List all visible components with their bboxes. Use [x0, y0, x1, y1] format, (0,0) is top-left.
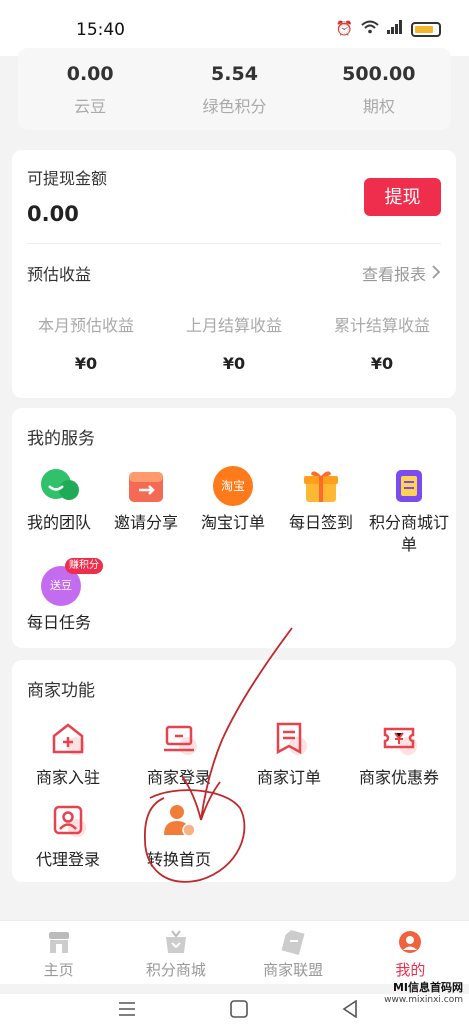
menu-icon[interactable] [118, 1001, 136, 1021]
tab-label: 我的 [395, 961, 426, 979]
stat-label: 绿色积分 [202, 97, 267, 116]
stat-value: 500.00 [342, 63, 416, 85]
wifi-icon [361, 20, 379, 38]
back-triangle-icon[interactable] [342, 999, 358, 1022]
wallet-card: 可提现金额 0.00 提现 预估收益 查看报表 本月预估收益 ¥0 上月结算收益… [12, 150, 456, 398]
service-taobao-orders[interactable]: 淘宝 淘宝订单 [188, 466, 278, 534]
service-label: 每日签到 [288, 513, 353, 532]
services-title: 我的服务 [27, 429, 95, 449]
daily-task-icon-text: 送豆 [50, 579, 72, 592]
service-label: 淘宝订单 [200, 513, 265, 532]
gift-share-icon [126, 466, 166, 506]
earning-last-month: 上月结算收益 ¥0 [160, 312, 308, 373]
taobao-icon: 淘宝 [213, 466, 253, 506]
withdrawable-amount: 0.00 [27, 202, 79, 226]
withdraw-button[interactable]: 提现 [364, 178, 441, 216]
user-switch-icon [161, 802, 197, 838]
battery-icon [411, 21, 441, 37]
earning-label: 本月预估收益 [37, 316, 134, 335]
service-invite-share[interactable]: 邀请分享 [101, 466, 191, 534]
service-label: 积分商城订单 [368, 513, 449, 554]
merchant-orders[interactable]: 商家订单 [234, 720, 344, 788]
watermark: MI信息首码网 www.mixinxi.com [384, 982, 463, 1006]
my-services-card: 我的服务 我的团队 邀请分享 淘宝 淘宝订单 每日签到 积分商城订单 送豆 赚积… [12, 408, 456, 648]
merchant-login[interactable]: 商家登录 [124, 720, 234, 788]
receipt-icon [271, 720, 307, 756]
agent-login[interactable]: 代理登录 [13, 802, 123, 870]
estimated-earnings-title: 预估收益 [27, 265, 92, 284]
mall-bag-icon [163, 929, 189, 955]
merchant-label: 代理登录 [35, 850, 100, 869]
earning-this-month: 本月预估收益 ¥0 [12, 312, 160, 373]
daily-task-icon: 送豆 赚积分 [41, 558, 103, 606]
earning-value: ¥0 [370, 354, 394, 373]
service-my-team[interactable]: 我的团队 [14, 466, 104, 534]
stat-options[interactable]: 500.00 期权 [307, 48, 451, 130]
alarm-icon: ⏰ [335, 21, 353, 37]
service-label: 每日任务 [26, 613, 91, 632]
status-icons: ⏰ [336, 20, 441, 38]
earn-points-badge: 赚积分 [65, 558, 103, 574]
earning-label: 上月结算收益 [185, 316, 282, 335]
view-report-link[interactable]: 查看报表 [362, 261, 441, 285]
system-nav-bar: MI信息首码网 www.mixinxi.com [0, 982, 469, 1024]
coupon-icon [381, 720, 417, 756]
withdrawable-label: 可提现金额 [27, 169, 108, 188]
merchant-title: 商家功能 [27, 681, 95, 701]
watermark-title: MI信息首码网 [392, 981, 463, 994]
stat-value: 0.00 [66, 63, 114, 85]
store-icon [46, 929, 72, 955]
home-square-icon[interactable] [230, 1000, 248, 1022]
merchant-label: 商家入驻 [35, 768, 100, 787]
clipboard-icon [389, 466, 429, 506]
merchant-functions-card: 商家功能 商家入驻 商家登录 商家订单 商家优惠券 代理登录 转换首页 [12, 660, 456, 882]
stat-label: 云豆 [74, 97, 107, 116]
chevron-right-icon [432, 264, 441, 283]
signal-icon [387, 20, 403, 38]
merchant-label: 商家优惠券 [358, 768, 439, 787]
gift-box-icon [301, 466, 341, 506]
bottom-tab-bar: 主页 积分商城 商家联盟 我的 [0, 920, 469, 984]
tab-label: 商家联盟 [263, 961, 324, 979]
stat-label: 期权 [362, 97, 395, 116]
tab-merchant-alliance[interactable]: 商家联盟 [235, 921, 352, 984]
earning-value: ¥0 [222, 354, 246, 373]
laptop-icon [161, 720, 197, 756]
stat-value: 5.54 [211, 63, 258, 85]
view-report-label: 查看报表 [361, 265, 426, 284]
divider [27, 243, 441, 244]
team-icon [39, 466, 79, 506]
switch-home[interactable]: 转换首页 [124, 802, 234, 870]
merchant-label: 商家登录 [146, 768, 211, 787]
merchant-label: 商家订单 [256, 768, 321, 787]
watermark-url: www.mixinxi.com [384, 995, 463, 1005]
store-plus-icon [50, 720, 86, 756]
tab-points-mall[interactable]: 积分商城 [117, 921, 234, 984]
service-label: 我的团队 [26, 513, 91, 532]
tab-mine[interactable]: 我的 [352, 921, 469, 984]
status-time: 15:40 [76, 20, 125, 40]
tab-home[interactable]: 主页 [0, 921, 117, 984]
stat-green-points[interactable]: 5.54 绿色积分 [162, 48, 306, 130]
merchant-label: 转换首页 [146, 850, 211, 869]
earning-total: 累计结算收益 ¥0 [308, 312, 456, 373]
tab-label: 主页 [43, 961, 74, 979]
service-daily-checkin[interactable]: 每日签到 [276, 466, 366, 534]
service-points-mall-orders[interactable]: 积分商城订单 [364, 466, 454, 556]
agent-card-icon [50, 802, 86, 838]
stat-cloud-beans[interactable]: 0.00 云豆 [18, 48, 162, 130]
merchant-coupons[interactable]: 商家优惠券 [344, 720, 454, 788]
merchant-join[interactable]: 商家入驻 [13, 720, 123, 788]
earning-label: 累计结算收益 [333, 316, 430, 335]
service-daily-tasks[interactable]: 送豆 赚积分 每日任务 [14, 558, 104, 634]
service-label: 邀请分享 [113, 513, 178, 532]
ticket-icon [280, 929, 306, 955]
earnings-row: 本月预估收益 ¥0 上月结算收益 ¥0 累计结算收益 ¥0 [12, 312, 456, 373]
tab-label: 积分商城 [145, 961, 206, 979]
earning-value: ¥0 [74, 354, 98, 373]
profile-icon [397, 929, 423, 955]
asset-summary: 0.00 云豆 5.54 绿色积分 500.00 期权 [18, 48, 451, 130]
